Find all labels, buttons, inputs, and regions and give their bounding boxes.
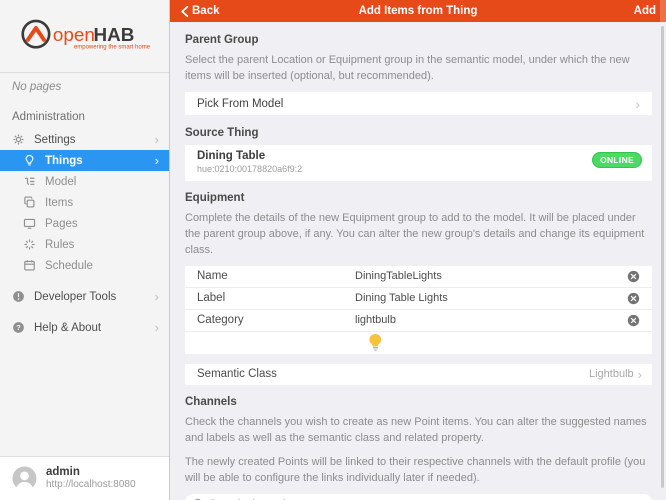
sidebar-item-model[interactable]: Model	[0, 171, 169, 192]
back-button[interactable]: Back	[180, 5, 220, 17]
chevron-right-icon: ›	[155, 133, 159, 146]
scrollbar-thumb[interactable]	[661, 26, 664, 488]
source-thing-heading: Source Thing	[185, 127, 652, 139]
user-name: admin	[46, 465, 136, 479]
gear-icon	[12, 133, 25, 146]
svg-text:?: ?	[16, 323, 21, 332]
thing-name: Dining Table	[197, 149, 640, 164]
sidebar-item-schedule[interactable]: Schedule	[0, 255, 169, 276]
exclamation-circle-icon	[12, 290, 25, 303]
sidebar: open HAB empowering the smart home No pa…	[0, 0, 170, 500]
sidebar-item-things[interactable]: Things ›	[0, 150, 169, 171]
add-button[interactable]: Add	[634, 5, 656, 17]
openhab-logo: open HAB empowering the smart home	[0, 0, 169, 72]
category-input[interactable]: lightbulb	[355, 314, 627, 326]
sidebar-item-label: Rules	[45, 239, 74, 251]
chevron-right-icon: ›	[638, 367, 642, 382]
equipment-heading: Equipment	[185, 192, 652, 204]
field-label: Label	[197, 292, 355, 304]
field-row-category: Category lightbulb	[185, 310, 652, 332]
channels-heading: Channels	[185, 396, 652, 408]
source-thing-card[interactable]: Dining Table hue:0210:00178820a6f9:2 ONL…	[185, 145, 652, 181]
sidebar-item-label: Items	[45, 197, 73, 209]
sidebar-menu: Settings › Things › Model Items	[0, 129, 169, 276]
sidebar-item-items[interactable]: Items	[0, 192, 169, 213]
name-input[interactable]: DiningTableLights	[355, 270, 627, 282]
chevron-right-icon: ›	[635, 96, 640, 112]
parent-group-heading: Parent Group	[185, 34, 652, 46]
status-badge: ONLINE	[592, 152, 642, 168]
avatar	[12, 466, 37, 491]
tree-icon	[23, 175, 36, 188]
field-row-label: Label Dining Table Lights	[185, 288, 652, 310]
clear-icon[interactable]	[627, 314, 640, 327]
channels-description-2: The newly created Points will be linked …	[185, 454, 652, 486]
chevron-left-icon	[180, 6, 189, 17]
equipment-form: Name DiningTableLights Label Dining Tabl…	[185, 266, 652, 354]
sidebar-item-rules[interactable]: Rules	[0, 234, 169, 255]
sidebar-item-pages[interactable]: Pages	[0, 213, 169, 234]
logo-tagline: empowering the smart home	[73, 45, 150, 51]
field-label: Name	[197, 270, 355, 282]
sidebar-item-label: Model	[45, 176, 76, 188]
monitor-icon	[23, 217, 36, 230]
user-url: http://localhost:8080	[46, 479, 136, 492]
user-account[interactable]: admin http://localhost:8080	[0, 456, 169, 500]
sidebar-item-developer-tools[interactable]: Developer Tools ›	[0, 286, 169, 307]
sidebar-item-label: Help & About	[34, 322, 101, 334]
question-circle-icon: ?	[12, 321, 25, 334]
sidebar-item-label: Pages	[45, 218, 78, 230]
thing-uid: hue:0210:00178820a6f9:2	[197, 164, 640, 176]
sidebar-item-help-about[interactable]: ? Help & About ›	[0, 317, 169, 338]
main-pane: Back Add Items from Thing Add Parent Gro…	[170, 0, 666, 500]
equipment-description: Complete the details of the new Equipmen…	[185, 210, 652, 258]
semantic-class-value: Lightbulb	[589, 368, 634, 380]
sparkle-icon	[23, 238, 36, 251]
copy-icon	[23, 196, 36, 209]
administration-section-label: Administration	[0, 99, 169, 129]
svg-text:HAB: HAB	[93, 24, 134, 45]
label-input[interactable]: Dining Table Lights	[355, 292, 627, 304]
chevron-right-icon: ›	[155, 321, 159, 334]
sidebar-item-label: Developer Tools	[34, 291, 116, 303]
page-title: Add Items from Thing	[170, 5, 666, 17]
content: Parent Group Select the parent Location …	[170, 22, 666, 500]
channels-description-1: Check the channels you wish to create as…	[185, 414, 652, 446]
sidebar-item-label: Settings	[34, 134, 76, 146]
no-pages-label: No pages	[0, 72, 169, 99]
pick-from-model-button[interactable]: Pick From Model ›	[185, 92, 652, 115]
field-label: Category	[197, 314, 355, 326]
sidebar-item-label: Schedule	[45, 260, 93, 272]
svg-text:open: open	[52, 24, 94, 45]
sidebar-item-label: Things	[45, 155, 83, 167]
search-channels-bar	[185, 494, 652, 500]
lightbulb-icon	[23, 154, 36, 167]
calendar-icon	[23, 259, 36, 272]
scrollbar-track	[660, 0, 666, 22]
app-window: open HAB empowering the smart home No pa…	[0, 0, 666, 500]
clear-icon[interactable]	[627, 292, 640, 305]
chevron-right-icon: ›	[155, 154, 159, 167]
parent-group-description: Select the parent Location or Equipment …	[185, 52, 652, 84]
category-icon-preview	[185, 332, 652, 354]
navbar: Back Add Items from Thing Add	[170, 0, 666, 22]
clear-icon[interactable]	[627, 270, 640, 283]
field-row-name: Name DiningTableLights	[185, 266, 652, 288]
sidebar-item-settings[interactable]: Settings ›	[0, 129, 169, 150]
semantic-class-row[interactable]: Semantic Class Lightbulb ›	[185, 364, 652, 385]
lightbulb-icon	[367, 333, 384, 352]
chevron-right-icon: ›	[155, 290, 159, 303]
